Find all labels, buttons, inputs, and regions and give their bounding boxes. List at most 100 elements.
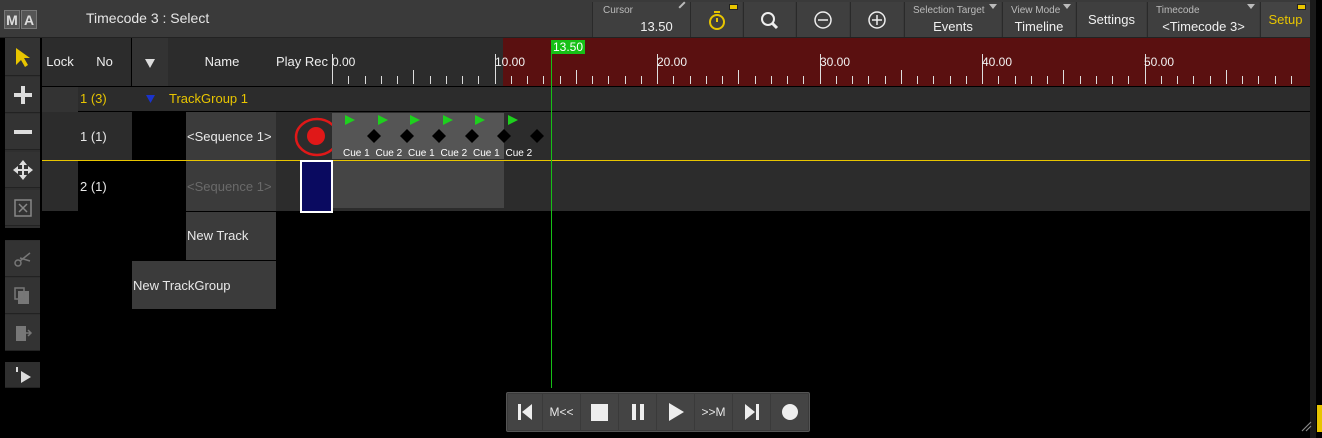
move-tool-button[interactable]: [5, 152, 40, 188]
minus-icon: [13, 129, 32, 134]
cue-go-flag[interactable]: [474, 114, 486, 126]
cue-label: Cue 1: [473, 148, 500, 159]
new-track-label: New Track: [187, 228, 249, 243]
fast-forward-button[interactable]: >>M: [695, 394, 732, 430]
scissors-icon: [13, 251, 30, 267]
search-button[interactable]: [743, 2, 795, 37]
time-ruler[interactable]: 0.00 10.00 20.00 30.00 40.00 50.00: [330, 38, 1310, 86]
ruler-tick: [462, 76, 463, 84]
ruler-tick: [413, 70, 415, 84]
stopwatch-icon: [709, 11, 725, 30]
playback-cursor-tool-button[interactable]: [5, 362, 40, 388]
ruler-tick: [1242, 76, 1243, 84]
column-header-no[interactable]: No: [78, 38, 131, 86]
cue-label: Cue 2: [440, 148, 468, 159]
cue-event-marker[interactable]: [399, 129, 414, 143]
ruler-tick: [1274, 76, 1276, 84]
cue-go-flag[interactable]: [442, 114, 454, 126]
ruler-tick: [527, 76, 528, 84]
ruler-tick: [575, 70, 577, 84]
trackgroup-number: 1 (3): [80, 91, 107, 106]
add-tool-button[interactable]: [5, 77, 40, 113]
ruler-tick: [478, 76, 480, 84]
side-handle[interactable]: [1317, 405, 1322, 432]
cue-go-flag[interactable]: [377, 114, 389, 126]
go-start-button[interactable]: [508, 394, 542, 430]
fast-rewind-button[interactable]: M<<: [543, 394, 580, 430]
paste-icon: [15, 325, 32, 341]
column-header-playrec[interactable]: Play Rec: [276, 38, 330, 86]
ruler-tick: [543, 76, 545, 84]
collapse-triangle-icon[interactable]: [146, 95, 155, 103]
select-tool-button[interactable]: [5, 38, 40, 76]
sequence-event-block[interactable]: [333, 161, 504, 208]
window-edge: [1310, 0, 1316, 438]
ruler-tick: [770, 76, 772, 84]
cue-event-marker[interactable]: [464, 129, 479, 143]
column-header-lock[interactable]: Lock: [42, 38, 78, 86]
cue-go-flag[interactable]: [507, 114, 519, 126]
track-number: 2 (1): [80, 179, 107, 194]
ruler-tick: [1095, 76, 1097, 84]
search-icon: [761, 12, 779, 30]
stop-button[interactable]: [581, 394, 618, 430]
playback-cursor-line[interactable]: [551, 54, 553, 388]
zoom-out-button[interactable]: [796, 2, 849, 37]
record-transport-button[interactable]: [771, 394, 808, 430]
cursor-time-badge: 13.50: [551, 40, 585, 54]
fit-tool-button[interactable]: [5, 190, 40, 226]
ruler-tick: [1193, 76, 1195, 84]
view-mode-button[interactable]: View Mode Timeline: [1002, 2, 1075, 37]
ruler-tick: [835, 76, 837, 84]
selected-rec-cell[interactable]: [300, 160, 333, 213]
zoom-in-button[interactable]: [850, 2, 903, 37]
ruler-tick: [949, 76, 951, 84]
cue-event-marker[interactable]: [497, 129, 511, 143]
ruler-tick: [510, 76, 512, 84]
ruler-tick: [1160, 76, 1162, 84]
setup-button[interactable]: Setup: [1260, 2, 1310, 37]
ruler-tick: [1290, 76, 1292, 84]
tick-label: 50.00: [1144, 55, 1175, 69]
cursor-play-icon: [15, 366, 31, 383]
play-button[interactable]: [657, 394, 694, 430]
settings-button[interactable]: Settings: [1076, 2, 1146, 37]
timecode-select-button[interactable]: Timecode <Timecode 3>: [1147, 2, 1259, 37]
paste-tool-button[interactable]: [5, 315, 40, 351]
tick-label: 40.00: [982, 55, 1013, 69]
ruler-tick: [640, 76, 642, 84]
tick-label: 0.00: [332, 55, 356, 69]
ruler-tick: [965, 76, 967, 84]
ruler-tick: [803, 76, 805, 84]
cursor-button[interactable]: Cursor 13.50: [592, 1, 690, 37]
ruler-tick: [1225, 70, 1227, 84]
ruler-tick: [900, 70, 902, 84]
pause-button[interactable]: [619, 394, 656, 430]
resize-grip-icon[interactable]: [1300, 420, 1312, 432]
cue-event-marker[interactable]: [367, 129, 381, 143]
cue-label: Cue 1: [343, 148, 370, 159]
stopwatch-button[interactable]: [690, 2, 742, 37]
cue-event-marker[interactable]: [432, 129, 446, 143]
ruler-tick: [754, 76, 756, 84]
ruler-tick: [1112, 76, 1113, 84]
track-name: <Sequence 1>: [187, 129, 272, 144]
ruler-tick: [1047, 76, 1048, 84]
go-end-button[interactable]: [733, 394, 770, 430]
skip-back-icon: [518, 404, 532, 420]
selection-target-button[interactable]: Selection Target Events: [904, 2, 1001, 37]
cut-tool-button[interactable]: [5, 241, 40, 277]
skip-forward-icon: [744, 404, 759, 420]
trackgroup-name: TrackGroup 1: [169, 91, 248, 106]
cue-go-flag[interactable]: [409, 114, 421, 126]
cue-go-flag[interactable]: [344, 114, 356, 126]
remove-tool-button[interactable]: [5, 114, 40, 150]
copy-tool-button[interactable]: [5, 278, 40, 314]
cue-label: Cue 1: [408, 148, 435, 159]
cue-event-marker[interactable]: [529, 129, 544, 143]
column-sort-button[interactable]: [132, 38, 168, 86]
column-header-name[interactable]: Name: [168, 38, 276, 86]
ruler-tick: [884, 76, 886, 84]
edit-pencil-icon: [678, 1, 686, 9]
ruler-tick: [1209, 76, 1211, 84]
